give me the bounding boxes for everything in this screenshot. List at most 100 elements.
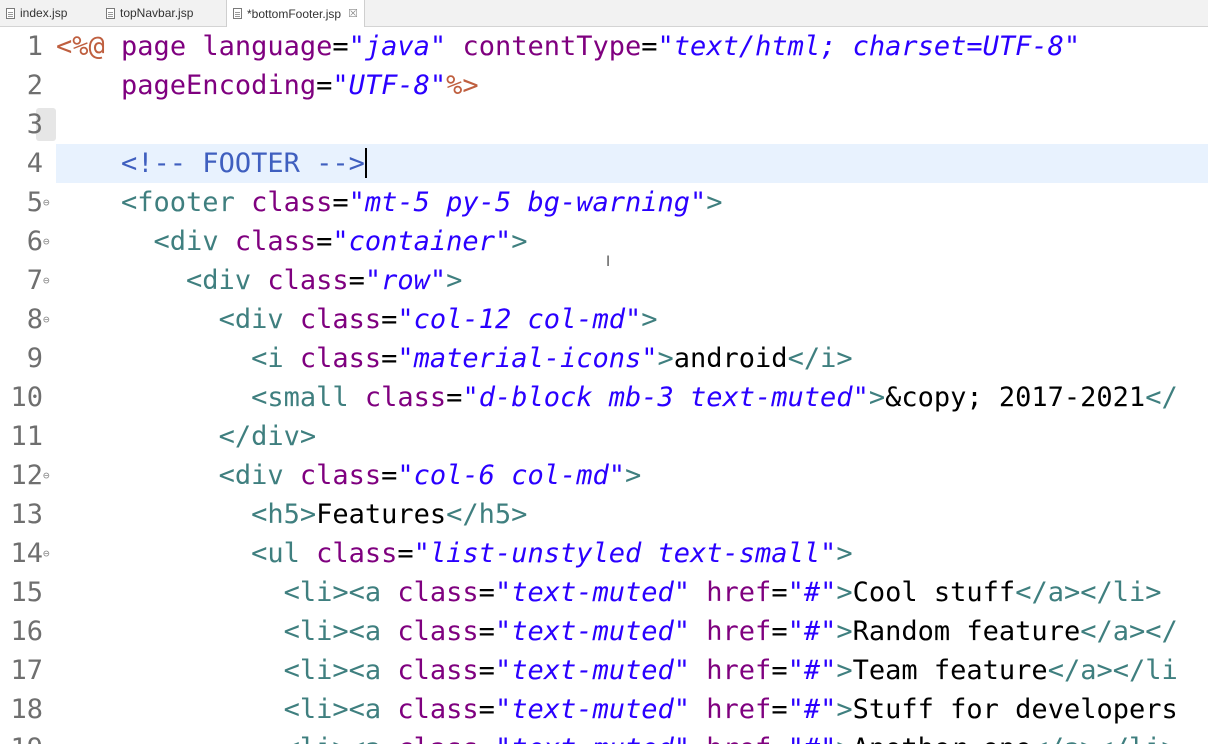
tab-bottomfooter-jsp[interactable]: *bottomFooter.jsp ☒ [226,0,365,27]
code-token: "text-muted" [494,616,691,647]
line-number: 18 [10,694,43,725]
fold-toggle-icon[interactable]: ⊖ [43,261,55,300]
code-token: class [267,265,349,296]
code-token: > [511,226,528,257]
code-token: = [332,31,349,62]
code-token: > [836,616,853,647]
code-token: = [332,187,349,218]
code-token: "container" [332,226,512,257]
line-number: 16 [10,616,43,647]
code-line[interactable]: 3 [0,105,1208,144]
tab-label: index.jsp [20,6,68,20]
code-line[interactable]: 19 <li><a class="text-muted" href="#">An… [0,729,1208,744]
code-token: href [706,694,772,725]
jsp-file-icon [233,8,242,19]
code-line[interactable]: 17 <li><a class="text-muted" href="#">Te… [0,651,1208,690]
code-token: class [234,226,317,257]
code-line[interactable]: 9 <i class="material-icons">android</i> [0,339,1208,378]
code-text: </div> [56,417,317,456]
code-line[interactable]: 7 ⊖ <div class="row"> [0,261,1208,300]
code-line[interactable]: 6 ⊖ <div class="container"> [0,222,1208,261]
code-line[interactable]: 12 ⊖ <div class="col-6 col-md"> [0,456,1208,495]
code-line[interactable]: 14 ⊖ <ul class="list-unstyled text-small"… [0,534,1208,573]
line-number: 3 [26,109,43,140]
code-token: > [836,538,853,569]
jsp-file-icon [6,7,15,19]
fold-toggle-icon[interactable]: ⊖ [43,456,55,495]
code-line[interactable]: 4 <!-- FOOTER --> [0,144,1208,183]
code-token: class [397,733,478,744]
fold-toggle-icon[interactable]: ⊖ [43,222,55,261]
code-text: <li><a class="text-muted" href="#">Team … [56,651,1178,690]
fold-toggle-icon[interactable]: ⊖ [43,183,55,222]
line-number: 13 [10,499,43,530]
code-token: </a></li> [1015,577,1162,608]
code-token: </a></li> [1031,733,1177,744]
code-token: <div [186,265,252,296]
code-line[interactable]: 13 <h5>Features</h5> [0,495,1208,534]
code-token: "col-6 col-md" [397,460,625,491]
code-line[interactable]: 11 </div> [0,417,1208,456]
code-line[interactable]: 1 <%@ page language="java" contentType="t… [0,27,1208,66]
code-line[interactable]: 16 <li><a class="text-muted" href="#">Ra… [0,612,1208,651]
code-line[interactable]: 5 ⊖ <footer class="mt-5 py-5 bg-warning"> [0,183,1208,222]
code-token: <li><a [283,694,382,725]
code-token: <li><a [283,577,382,608]
code-token: > [836,577,853,608]
fold-toggle-icon[interactable]: ⊖ [43,534,55,573]
code-token: <ul [251,538,300,569]
code-line[interactable]: 2 pageEncoding="UTF-8"%> [0,66,1208,105]
line-number: 12 [10,460,43,491]
code-token: "text-muted" [495,733,690,744]
code-text: <i class="material-icons">android</i> [56,339,853,378]
code-token: Another one [853,733,1032,744]
close-tab-icon[interactable]: ☒ [348,7,358,20]
tab-topnavbar-jsp[interactable]: topNavbar.jsp [100,0,199,26]
text-caret [364,148,367,178]
code-line[interactable]: 18 <li><a class="text-muted" href="#">St… [0,690,1208,729]
code-editor[interactable]: 1 <%@ page language="java" contentType="t… [0,27,1208,744]
code-token: "#" [787,655,837,686]
line-number: 2 [26,70,43,101]
line-number: 10 [10,382,43,413]
code-token: contentType [462,31,642,62]
code-token: > [624,460,642,491]
code-token: page [121,31,187,62]
code-token: "material-icons" [397,343,658,374]
code-token: Stuff for developers [852,694,1178,725]
line-number: 14 [10,538,43,569]
tab-index-jsp[interactable]: index.jsp [0,0,73,26]
code-token: "list-unstyled text-small" [413,538,837,569]
line-number: 7 [26,265,43,296]
code-token: = [381,343,398,374]
code-token: class [299,304,382,335]
code-token: <li><a [284,733,382,744]
code-line[interactable]: 8 ⊖ <div class="col-12 col-md"> [0,300,1208,339]
code-line[interactable]: 10 <small class="d-block mb-3 text-muted… [0,378,1208,417]
code-token: "text-muted" [494,694,691,725]
code-token: > [868,382,886,413]
line-number: 4 [26,148,43,179]
code-token: = [316,226,333,257]
editor-tab-bar: index.jsp topNavbar.jsp *bottomFooter.js… [0,0,1208,27]
code-line[interactable]: 15 <li><a class="text-muted" href="#">Co… [0,573,1208,612]
code-token: > [706,187,723,218]
code-token: <li><a [283,655,382,686]
fold-toggle-icon[interactable]: ⊖ [43,300,55,339]
code-token: = [771,733,787,744]
code-token: <i [251,343,284,374]
jsp-file-icon [106,7,115,19]
code-token: > [836,655,853,686]
code-token: Cool stuff [852,577,1016,608]
